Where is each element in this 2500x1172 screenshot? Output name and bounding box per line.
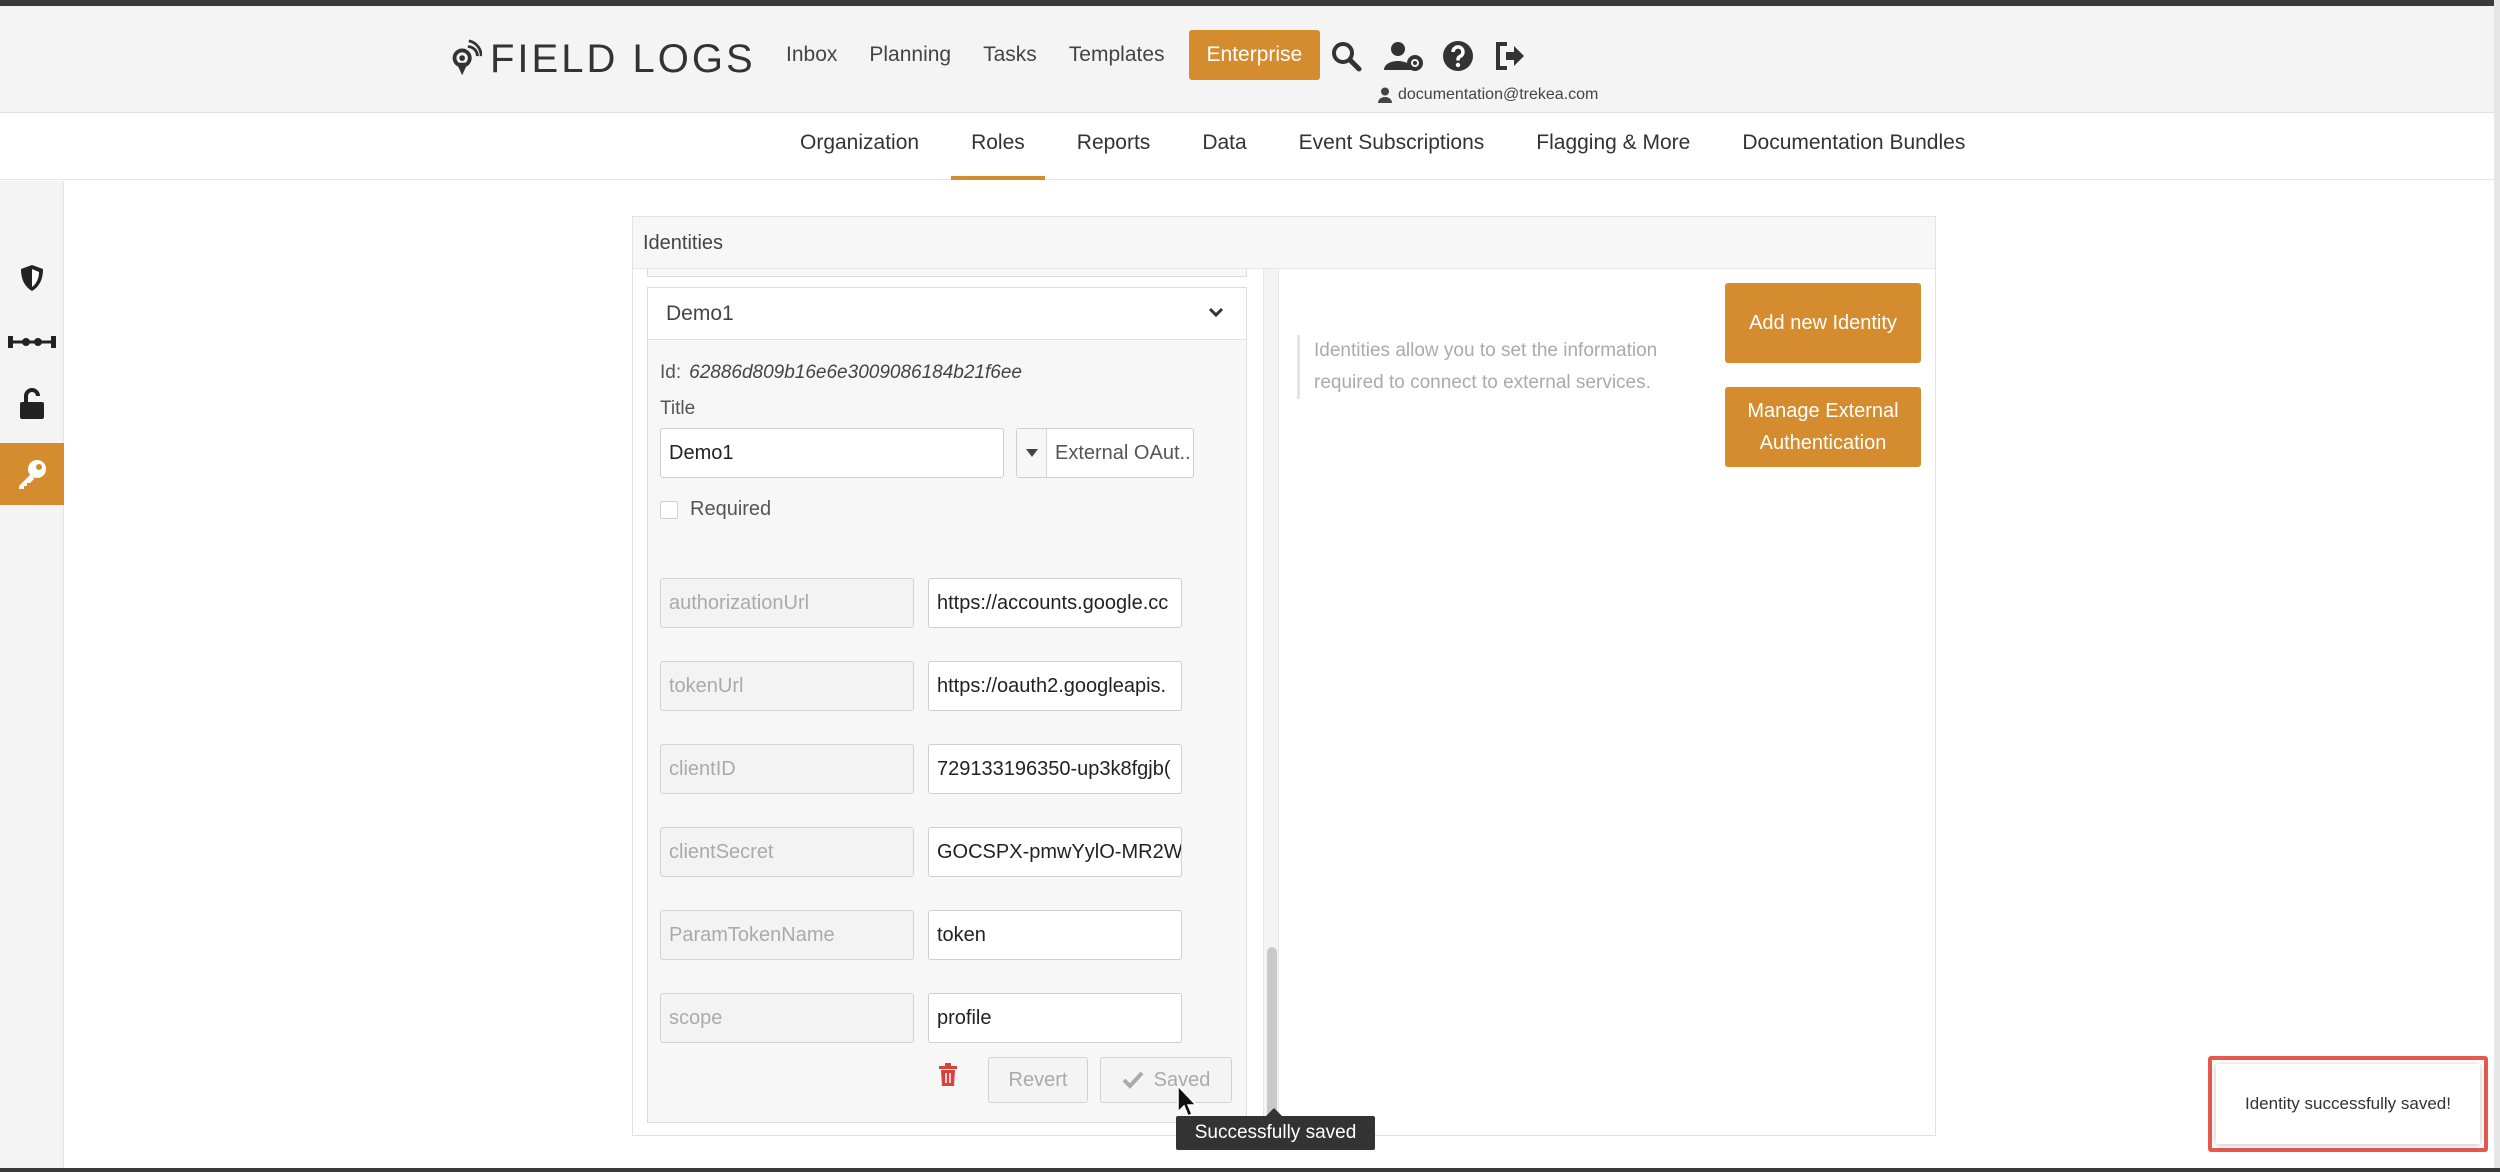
sidebar-item-permissions[interactable] [0, 373, 64, 435]
manage-external-authentication-button[interactable]: Manage External Authentication [1725, 387, 1921, 467]
sidebar-item-connectors[interactable] [0, 311, 64, 373]
tab-reports[interactable]: Reports [1057, 114, 1171, 180]
identity-id: Id: 62886d809b16e6e3009086184b21f6ee [660, 362, 1022, 384]
connector-icon [8, 336, 56, 348]
identities-panel: Identities Demo1 Id: 62886d809b16e6e30090… [632, 216, 1936, 1137]
identity-card: Demo1 Id: 62886d809b16e6e3009086184b21f6e… [647, 287, 1247, 1123]
user-icon [1378, 87, 1392, 103]
key-icon [19, 460, 46, 489]
field-value-clientsecret[interactable]: GOCSPX-pmwYylO-MR2W [928, 827, 1182, 877]
search-icon[interactable] [1330, 40, 1362, 72]
saved-tooltip: Successfully saved [1176, 1108, 1375, 1150]
required-label: Required [690, 498, 772, 520]
user-email-text: documentation@trekea.com [1398, 86, 1599, 103]
title-label: Title [660, 398, 696, 419]
nav-inbox[interactable]: Inbox [770, 30, 853, 80]
required-checkbox[interactable] [660, 500, 678, 519]
identity-type-value: External OAut.. [1055, 442, 1191, 464]
help-icon[interactable] [1442, 40, 1474, 72]
sidebar-item-security[interactable] [0, 247, 64, 309]
identities-info-text: Identities allow you to set the informat… [1297, 335, 1697, 399]
logout-icon[interactable] [1494, 40, 1526, 72]
saved-button[interactable]: Saved [1100, 1057, 1232, 1103]
field-key-clientid[interactable]: clientID [660, 744, 914, 794]
main-nav: Inbox Planning Tasks Templates Enterpris… [770, 30, 1321, 80]
sub-nav: Organization Roles Reports Data Event Su… [0, 114, 2500, 180]
add-new-identity-button[interactable]: Add new Identity [1725, 283, 1921, 363]
chevron-down-icon[interactable] [1208, 306, 1224, 318]
nav-enterprise[interactable]: Enterprise [1188, 30, 1321, 80]
unlock-icon [20, 388, 44, 419]
app-header: FIELD LOGS Inbox Planning Tasks Template… [0, 6, 2500, 113]
sidebar-item-identities[interactable] [0, 443, 64, 505]
field-key-paramtokenname[interactable]: ParamTokenName [660, 910, 914, 960]
field-key-authorizationurl[interactable]: authorizationUrl [660, 578, 914, 628]
panel-title: Identities [633, 217, 1935, 269]
tab-event-subscriptions[interactable]: Event Subscriptions [1279, 114, 1505, 180]
logo[interactable]: FIELD LOGS [448, 34, 756, 84]
field-value-scope[interactable]: profile [928, 993, 1182, 1043]
identity-card-header[interactable]: Demo1 [648, 288, 1246, 340]
window-right-edge [2494, 0, 2500, 1172]
mouse-cursor-icon [1177, 1084, 1198, 1118]
user-email[interactable]: documentation@trekea.com [1378, 86, 1598, 104]
logo-text: FIELD LOGS [490, 36, 756, 81]
logo-pin-icon [452, 39, 482, 76]
field-key-scope[interactable]: scope [660, 993, 914, 1043]
previous-item-edge [647, 269, 1247, 277]
identity-list: Demo1 Id: 62886d809b16e6e3009086184b21f6e… [643, 269, 1263, 1137]
title-input[interactable]: Demo1 [660, 428, 1004, 478]
revert-button[interactable]: Revert [988, 1057, 1088, 1103]
nav-templates[interactable]: Templates [1053, 30, 1181, 80]
field-key-clientsecret[interactable]: clientSecret [660, 827, 914, 877]
field-value-paramtokenname[interactable]: token [928, 910, 1182, 960]
identity-list-scrollbar[interactable] [1263, 269, 1279, 1137]
shield-icon [21, 265, 43, 291]
tab-roles[interactable]: Roles [951, 114, 1045, 180]
user-settings-icon[interactable] [1384, 40, 1424, 72]
identity-name: Demo1 [666, 302, 734, 325]
toast-notification: Identity successfully saved! [2216, 1064, 2480, 1144]
scrollbar-thumb[interactable] [1267, 947, 1277, 1133]
field-value-tokenurl[interactable]: https://oauth2.googleapis. [928, 661, 1182, 711]
field-key-tokenurl[interactable]: tokenUrl [660, 661, 914, 711]
tab-documentation-bundles[interactable]: Documentation Bundles [1722, 114, 1985, 180]
tab-data[interactable]: Data [1182, 114, 1266, 180]
nav-planning[interactable]: Planning [853, 30, 967, 80]
identity-type-select[interactable]: External OAut.. [1016, 428, 1194, 478]
id-label: Id: [660, 362, 682, 383]
trash-icon[interactable] [938, 1063, 958, 1087]
checkmark-icon [1122, 1071, 1144, 1089]
id-value: 62886d809b16e6e3009086184b21f6ee [689, 362, 1022, 383]
caret-down-icon [1017, 429, 1047, 477]
required-checkbox-row[interactable]: Required [660, 498, 771, 521]
field-value-authorizationurl[interactable]: https://accounts.google.cc [928, 578, 1182, 628]
window-bottom-edge [0, 1168, 2500, 1172]
tab-organization[interactable]: Organization [780, 114, 939, 180]
nav-tasks[interactable]: Tasks [967, 30, 1053, 80]
field-value-clientid[interactable]: 729133196350-up3k8fgjb( [928, 744, 1182, 794]
tab-flagging-more[interactable]: Flagging & More [1516, 114, 1710, 180]
sidebar [0, 181, 64, 1172]
